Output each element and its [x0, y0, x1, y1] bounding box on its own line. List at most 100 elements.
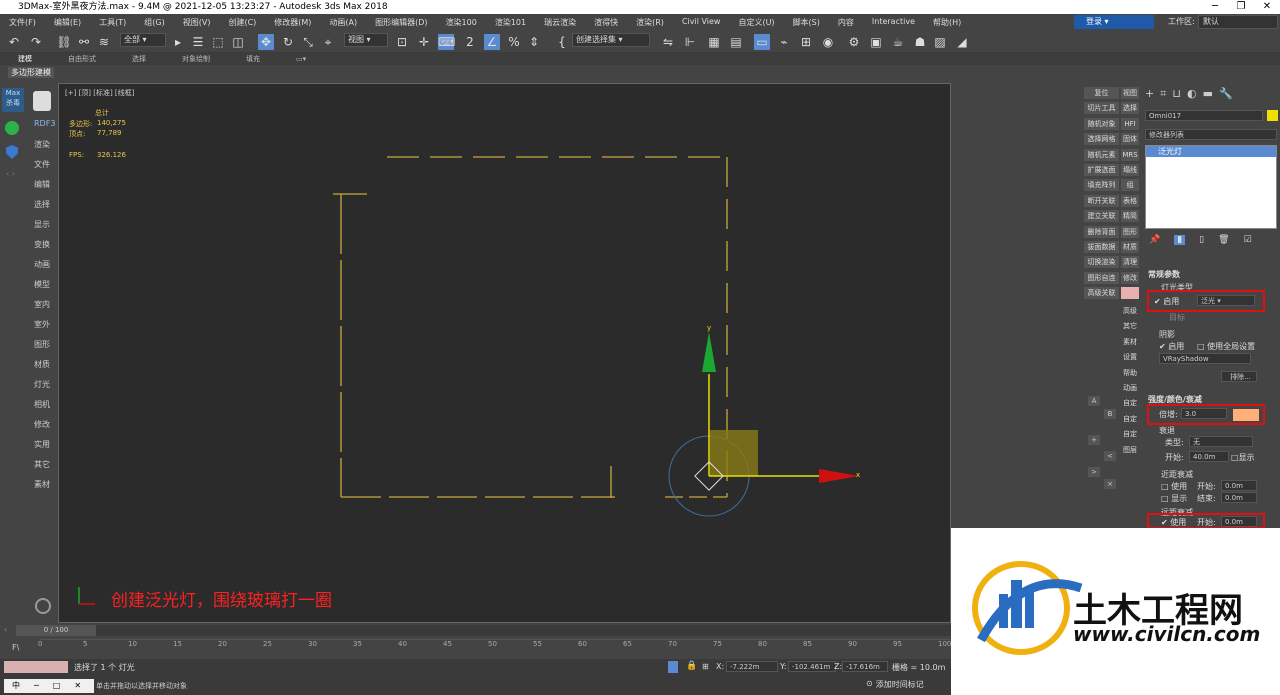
ime-icon[interactable]: 中: [12, 679, 20, 693]
menu-item-4[interactable]: 视图(V): [174, 17, 220, 28]
cmd-a-icon[interactable]: A: [1088, 396, 1100, 406]
motion-tab-icon[interactable]: ◐: [1187, 87, 1197, 101]
exclude-button[interactable]: 排除...: [1221, 371, 1257, 382]
window-close-icon[interactable]: ✕: [74, 679, 81, 693]
polygon-modeling-button[interactable]: 多边形建模: [8, 67, 54, 78]
cmd-button-10[interactable]: 拔面数据: [1084, 241, 1119, 253]
render-cloud-icon[interactable]: ◢: [954, 34, 970, 50]
target-checkbox[interactable]: 目标: [1169, 312, 1185, 323]
cmd-b-icon[interactable]: B: [1104, 409, 1116, 419]
schematic-view-icon[interactable]: ⊞: [798, 34, 814, 50]
multiplier-spinner[interactable]: 3.0: [1181, 408, 1227, 419]
left-tool-13[interactable]: 相机: [34, 399, 54, 410]
select-object-icon[interactable]: ▸: [170, 34, 186, 50]
slider-left-arrow-icon[interactable]: ‹: [4, 625, 7, 634]
add-time-tag-button[interactable]: ⊙ 添加时间标记: [866, 679, 924, 690]
select-move-icon[interactable]: ✥: [258, 34, 274, 50]
ribbon-toggle-icon[interactable]: ▭: [754, 34, 770, 50]
general-params-header[interactable]: 常规参数: [1148, 269, 1180, 280]
menu-item-3[interactable]: 组(G): [135, 17, 173, 28]
cmd-button-2-6[interactable]: 组: [1121, 179, 1139, 192]
cmd-button-2-0[interactable]: 视图: [1121, 87, 1139, 99]
link-icon[interactable]: ⛓: [56, 34, 72, 50]
login-dropdown[interactable]: 登录 ▾: [1074, 15, 1154, 29]
left-tool-6[interactable]: 动画: [34, 259, 54, 270]
left-tool-1[interactable]: 文件: [34, 159, 54, 170]
light-type-dropdown[interactable]: 泛光 ▾: [1197, 295, 1255, 306]
undo-icon[interactable]: ↶: [6, 34, 22, 50]
selection-filter-dropdown[interactable]: 全部 ▾: [120, 33, 166, 47]
select-rotate-icon[interactable]: ↻: [280, 34, 296, 50]
left-tool-7[interactable]: 模型: [34, 279, 54, 290]
isolate-icon[interactable]: [668, 661, 678, 673]
cmd-extra-4[interactable]: 帮助: [1121, 366, 1139, 379]
cmd-button-2-10[interactable]: 材质: [1121, 241, 1139, 253]
menu-item-1[interactable]: 编辑(E): [45, 17, 90, 28]
cmd-button-2-12[interactable]: 修改: [1121, 271, 1139, 284]
left-tool-3[interactable]: 选择: [34, 199, 54, 210]
cmd-button-2-7[interactable]: 表格: [1121, 194, 1139, 207]
cmd-button-2-9[interactable]: 图形: [1121, 225, 1139, 238]
cmd-button-6[interactable]: 填充阵列: [1084, 179, 1119, 192]
use-global-checkbox[interactable]: □ 使用全局设置: [1197, 341, 1255, 352]
curve-editor-icon[interactable]: ⌁: [776, 34, 792, 50]
time-slider[interactable]: 0 / 100: [16, 625, 951, 636]
menu-item-18[interactable]: Interactive: [863, 17, 924, 28]
select-scale-icon[interactable]: ⤡: [300, 34, 316, 50]
left-tool-4[interactable]: 显示: [34, 219, 54, 230]
cmd-extra-5[interactable]: 动画: [1121, 382, 1139, 394]
max-antivirus-logo[interactable]: Max 杀毒: [2, 88, 24, 112]
menu-item-19[interactable]: 帮助(H): [924, 17, 970, 28]
rect-selection-icon[interactable]: ⬚: [210, 34, 226, 50]
menu-item-0[interactable]: 文件(F): [0, 17, 45, 28]
security-shield-icon[interactable]: [6, 145, 18, 159]
menu-item-7[interactable]: 动画(A): [320, 17, 366, 28]
reference-coord-dropdown[interactable]: 视图 ▾: [344, 33, 388, 47]
maxscript-listener[interactable]: [4, 661, 68, 673]
left-tool-5[interactable]: 变换: [34, 239, 54, 250]
light-color-swatch[interactable]: [1233, 409, 1259, 421]
menu-item-6[interactable]: 修改器(M): [265, 17, 320, 28]
cmd-button-2-13[interactable]: [1121, 287, 1139, 300]
ribbon-tab-modeling[interactable]: 建模: [0, 53, 50, 65]
cmd-button-13[interactable]: 高级关联: [1084, 287, 1119, 300]
minimize-icon[interactable]: ─: [1202, 0, 1228, 14]
near-end-spinner[interactable]: 0.0m: [1221, 492, 1257, 503]
display-tab-icon[interactable]: ▬: [1203, 87, 1213, 101]
left-tool-2[interactable]: 编辑: [34, 179, 54, 190]
cmd-button-7[interactable]: 断开关联: [1084, 194, 1119, 207]
menu-item-17[interactable]: 内容: [829, 17, 863, 28]
z-coord-field[interactable]: -17.616m: [842, 661, 888, 672]
align-icon[interactable]: ⊩: [682, 34, 698, 50]
cmd-button-2-3[interactable]: 固体: [1121, 133, 1139, 146]
x-coord-field[interactable]: -7.222m: [726, 661, 778, 672]
time-slider-thumb[interactable]: 0 / 100: [16, 625, 96, 636]
cmd-button-2-11[interactable]: 清理: [1121, 256, 1139, 269]
unlink-icon[interactable]: ⚯: [76, 34, 92, 50]
far-use-checkbox[interactable]: ✔ 使用: [1161, 517, 1186, 528]
angle-snap-icon[interactable]: ∠: [484, 34, 500, 50]
manipulate-icon[interactable]: ✛: [416, 34, 432, 50]
cmd-extra-7[interactable]: 自定: [1121, 412, 1139, 425]
utilities-tab-icon[interactable]: 🔧: [1219, 87, 1233, 101]
ribbon-tab-populate[interactable]: 填充: [228, 53, 278, 65]
spinner-snap-icon[interactable]: ⇕: [526, 34, 542, 50]
cmd-button-3[interactable]: 选择网格: [1084, 133, 1119, 146]
ribbon-tab-selection[interactable]: 选择: [114, 53, 164, 65]
menu-item-5[interactable]: 创建(C): [219, 17, 265, 28]
left-tool-0[interactable]: 渲染: [34, 139, 54, 150]
absolute-mode-icon[interactable]: ⊞: [702, 662, 709, 671]
menu-item-12[interactable]: 渲得快: [585, 17, 627, 28]
left-tool-9[interactable]: 室外: [34, 319, 54, 330]
cmd-button-2[interactable]: 随机对象: [1084, 117, 1119, 130]
menu-item-16[interactable]: 脚本(S): [784, 17, 829, 28]
cmd-button-1[interactable]: 切片工具: [1084, 102, 1119, 115]
cmd-extra-1[interactable]: 其它: [1121, 320, 1139, 333]
render-production-icon[interactable]: ☗: [912, 34, 928, 50]
percent-snap-icon[interactable]: %: [506, 34, 522, 50]
menu-item-9[interactable]: 渲染100: [437, 17, 486, 28]
far-start-spinner[interactable]: 0.0m: [1221, 516, 1257, 527]
material-editor-icon[interactable]: ◉: [820, 34, 836, 50]
mirror-icon[interactable]: ⇋: [660, 34, 676, 50]
cmd-extra-8[interactable]: 自定: [1121, 428, 1139, 441]
